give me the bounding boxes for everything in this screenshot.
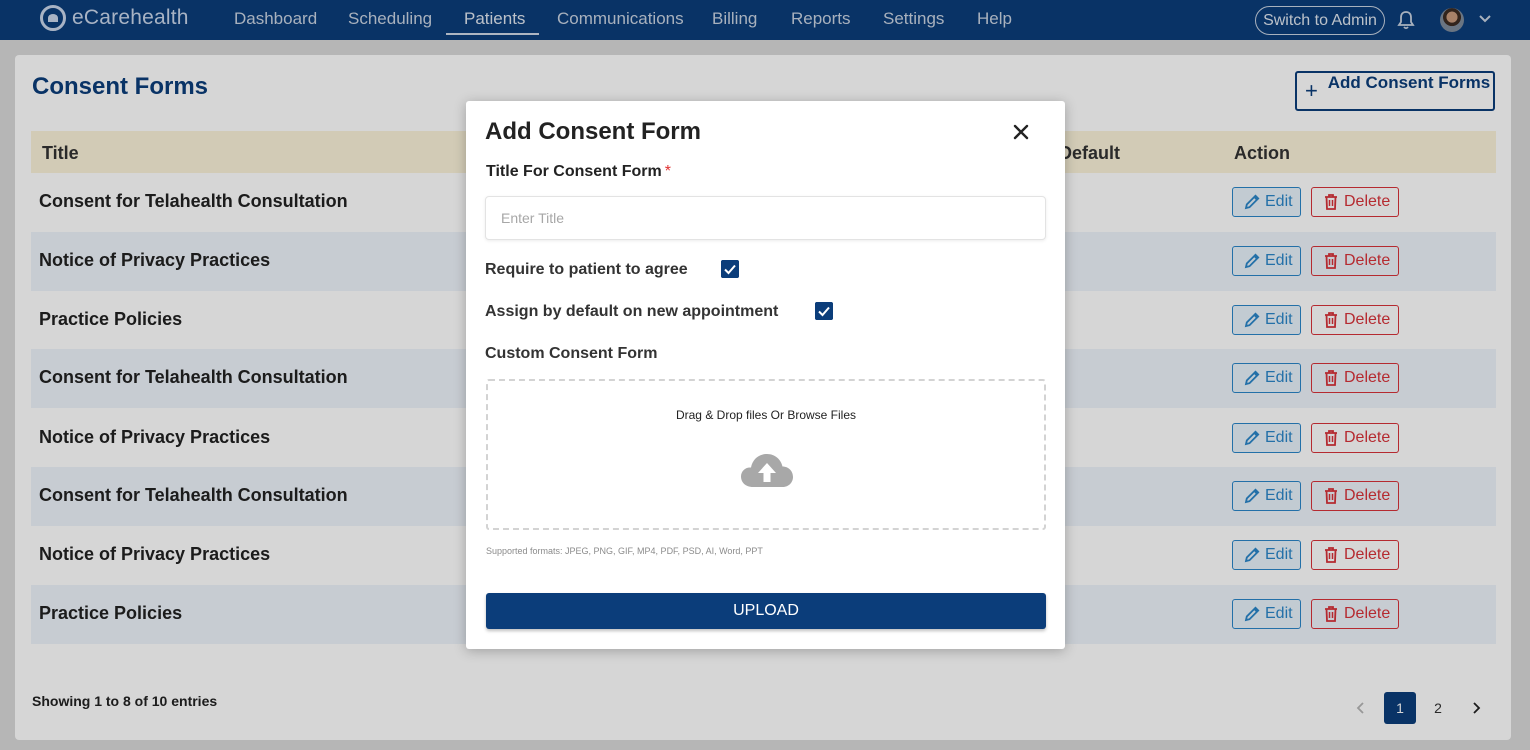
required-asterisk: * xyxy=(664,163,671,180)
dropzone-text[interactable]: Drag & Drop files Or Browse Files xyxy=(488,408,1044,422)
modal-title: Add Consent Form xyxy=(485,118,701,145)
close-icon[interactable] xyxy=(1010,121,1032,143)
file-dropzone[interactable]: Drag & Drop files Or Browse Files xyxy=(486,379,1046,530)
upload-button[interactable]: UPLOAD xyxy=(486,593,1046,629)
title-field-label-text: Title For Consent Form xyxy=(486,163,662,180)
title-input[interactable] xyxy=(485,196,1046,240)
require-agree-label: Require to patient to agree xyxy=(485,261,688,278)
supported-formats: Supported formats: JPEG, PNG, GIF, MP4, … xyxy=(486,546,763,556)
custom-form-label: Custom Consent Form xyxy=(485,345,658,362)
require-agree-checkbox[interactable] xyxy=(721,260,739,278)
assign-default-label: Assign by default on new appointment xyxy=(485,303,779,320)
cloud-upload-icon xyxy=(741,454,793,487)
add-consent-form-modal: Add Consent Form Title For Consent Form *… xyxy=(466,101,1065,649)
assign-default-checkbox[interactable] xyxy=(815,302,833,320)
title-field-label: Title For Consent Form * xyxy=(486,163,671,181)
